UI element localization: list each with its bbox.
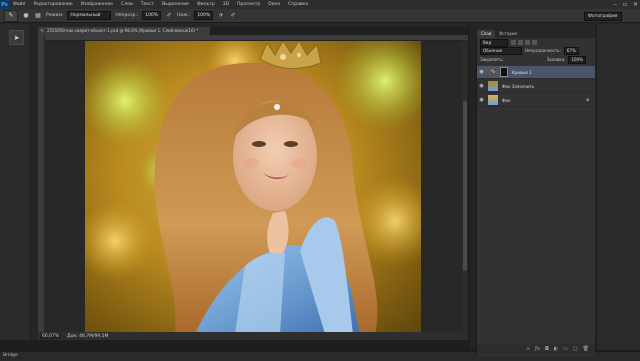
new-group-icon[interactable]: ▭ (563, 346, 568, 352)
mode-label: Режим: (46, 13, 64, 18)
menu-select[interactable]: Выделение (158, 2, 193, 7)
adjustment-layer-icon[interactable]: ◐ (554, 346, 558, 352)
photoshop-logo: Ps (0, 0, 9, 9)
menu-layers[interactable]: Слои (117, 2, 137, 7)
visibility-eye-icon[interactable]: ◉ (477, 97, 486, 103)
flow-label: Наж.: (177, 13, 191, 18)
lock-label: Закрепить: (480, 57, 504, 62)
tools-panel: ➤ (0, 24, 31, 350)
opacity-field[interactable]: 100% (142, 11, 162, 20)
menu-view[interactable]: Просмотр (233, 2, 264, 7)
menu-3d[interactable]: 3D (219, 2, 233, 7)
filter-pixel-icon[interactable] (511, 40, 516, 45)
blend-row: Обычные Непрозрачность: 67% (480, 46, 579, 55)
menu-image[interactable]: Изображение (77, 2, 117, 7)
layers-panel-footer: ∞ ƒx ◘ ◐ ▭ ▢ 🗑︎ (477, 344, 595, 354)
visibility-eye-icon[interactable]: ◉ (477, 69, 486, 75)
right-dock (596, 24, 640, 350)
mode-select[interactable]: Нормальный (67, 11, 112, 20)
lock-row: Закрепить: Заливка: 100% (480, 55, 586, 64)
move-tool-icon[interactable]: ➤ (9, 30, 24, 45)
layers-panel: Слои История Вид Обычные Непрозрачность:… (476, 30, 595, 356)
layer-style-icon[interactable]: ƒx (535, 346, 540, 352)
airbrush-icon[interactable]: ✈ (217, 12, 225, 20)
bridge-tab[interactable]: Bridge (3, 353, 18, 358)
close-icon[interactable]: ✕ (633, 1, 638, 8)
layers-list: ◉ ∿ Кривые 1 ◉ Фон Заполнить ◉ Фон 🔒︎ (477, 66, 595, 138)
tab-close-icon[interactable]: × (40, 27, 44, 35)
layer-filter-select[interactable]: Вид (480, 38, 508, 47)
pressure-opacity-icon[interactable]: ✐ (165, 12, 173, 20)
window-controls: – ▫ ✕ (614, 0, 638, 9)
document-title: 2555959-как-сверит-объект-1.psd @ 66,6% … (47, 28, 199, 33)
filter-type-icon[interactable] (525, 40, 530, 45)
layer-name: Фон Заполнить (502, 83, 535, 89)
menu-window[interactable]: Окно (264, 2, 284, 7)
layer-row-background[interactable]: ◉ Фон 🔒︎ (477, 94, 595, 107)
curves-adjustment-icon: ∿ (488, 67, 498, 77)
menu-type[interactable]: Текст (137, 2, 158, 7)
portrait-photo (85, 41, 421, 334)
document-image[interactable] (85, 41, 421, 334)
layer-row-curves[interactable]: ◉ ∿ Кривые 1 (477, 66, 595, 79)
panel-opacity-field[interactable]: 67% (563, 46, 579, 55)
layer-filter-row: Вид (480, 38, 537, 47)
menu-edit[interactable]: Редактирование (29, 2, 76, 7)
link-layers-icon[interactable]: ∞ (526, 346, 530, 352)
delete-layer-icon[interactable]: 🗑︎ (583, 346, 589, 352)
blend-mode-select[interactable]: Обычные (480, 46, 522, 55)
brush-panel-icon[interactable]: ▦ (34, 12, 42, 20)
document-tab-bar: × 2555959-как-сверит-объект-1.psd @ 66,6… (38, 27, 470, 35)
add-mask-icon[interactable]: ◘ (545, 346, 549, 352)
pressure-size-icon[interactable]: ✐ (229, 12, 237, 20)
brush-preset-picker[interactable]: ✎ (4, 9, 18, 22)
menu-bar: Ps Файл Редактирование Изображение Слои … (0, 0, 640, 9)
options-bar: ✎ ● ▦ Режим: Нормальный Непрозр.: 100% ✐… (0, 9, 640, 23)
menu-file[interactable]: Файл (9, 2, 29, 7)
layer-name: Фон (502, 97, 511, 103)
layer-thumbnail (488, 81, 498, 91)
tab-history[interactable]: История (495, 30, 521, 38)
menu-help[interactable]: Справка (284, 2, 312, 7)
menu-filter[interactable]: Фильтр (193, 2, 219, 7)
minimize-icon[interactable]: – (614, 1, 617, 8)
status-bar: 66,67% Док: 46,7М/99,5М (38, 332, 468, 340)
layer-row-background-fill[interactable]: ◉ Фон Заполнить (477, 80, 595, 93)
opacity-label: Непрозр.: (115, 13, 139, 18)
document-info[interactable]: Док: 46,7М/99,5М (67, 334, 108, 339)
layer-name: Кривые 1 (512, 69, 532, 75)
filter-shape-icon[interactable] (532, 40, 537, 45)
filter-icons (511, 40, 537, 45)
layer-thumbnail (488, 95, 498, 105)
fill-label: Заливка: (546, 57, 566, 62)
visibility-eye-icon[interactable]: ◉ (477, 83, 486, 89)
workspace-select[interactable]: Фотография (584, 12, 622, 21)
flow-field[interactable]: 100% (194, 11, 214, 20)
fill-field[interactable]: 100% (568, 55, 586, 64)
layer-mask-thumbnail[interactable] (500, 67, 508, 77)
panel-tabs: Слои История (477, 30, 595, 38)
panel-opacity-label: Непрозрачность: (525, 48, 561, 53)
filter-adjust-icon[interactable] (518, 40, 523, 45)
document-tab[interactable]: × 2555959-как-сверит-объект-1.psd @ 66,6… (38, 27, 210, 35)
scrollbar-thumb[interactable] (463, 101, 467, 271)
brush-settings-icon[interactable]: ● (22, 12, 30, 20)
zoom-level[interactable]: 66,67% (40, 333, 62, 339)
tab-layers[interactable]: Слои (477, 30, 496, 38)
new-layer-icon[interactable]: ▢ (573, 346, 578, 352)
lock-icon: 🔒︎ (586, 97, 589, 103)
maximize-icon[interactable]: ▫ (623, 1, 627, 8)
